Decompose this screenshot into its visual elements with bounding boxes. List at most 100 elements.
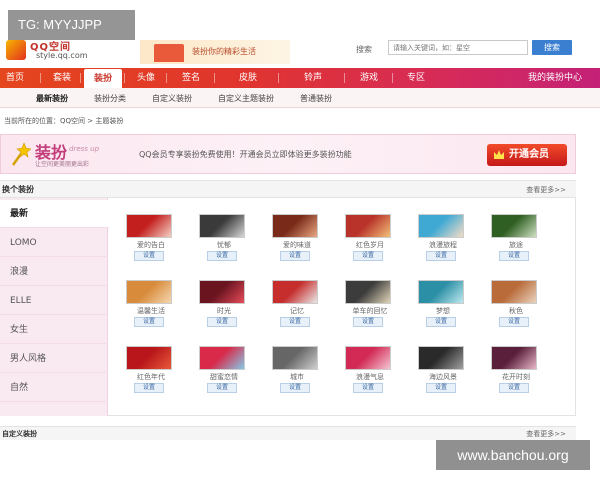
theme-tile[interactable]: 忧郁 设置 [195, 214, 253, 270]
theme-tile[interactable]: 城市 设置 [268, 346, 326, 402]
theme-tile[interactable]: 红色岁月 设置 [341, 214, 399, 270]
theme-tile[interactable]: 红色年代 设置 [122, 346, 180, 402]
theme-thumbnail-image [419, 281, 463, 303]
set-theme-button[interactable]: 设置 [280, 317, 310, 327]
theme-tile[interactable]: 记忆 设置 [268, 280, 326, 336]
theme-tile[interactable]: 浪漫旅程 设置 [414, 214, 472, 270]
nav-item-8[interactable]: 专区 [396, 68, 436, 88]
category-item-5[interactable]: 男人风格 [0, 345, 108, 373]
theme-thumbnail[interactable] [491, 214, 537, 238]
nav-item-9[interactable]: 我的装扮中心 [518, 68, 592, 88]
theme-thumbnail[interactable] [126, 280, 172, 304]
theme-tile[interactable]: 旅途 设置 [487, 214, 545, 270]
theme-thumbnail[interactable] [491, 280, 537, 304]
section-more-link[interactable]: 查看更多>> [526, 185, 566, 195]
custom-section-more-link[interactable]: 查看更多>> [526, 429, 566, 439]
nav-item-2[interactable]: 装扮 [84, 69, 122, 88]
category-item-1[interactable]: LOMO [0, 229, 108, 257]
set-theme-button[interactable]: 设置 [134, 251, 164, 261]
theme-tile[interactable]: 时光 设置 [195, 280, 253, 336]
set-theme-button[interactable]: 设置 [426, 383, 456, 393]
theme-thumbnail[interactable] [199, 280, 245, 304]
promo-subtitle: 让空间更美丽更出彩 [35, 161, 90, 168]
set-theme-button[interactable]: 设置 [353, 383, 383, 393]
subnav-item-4[interactable]: 普通装扮 [300, 93, 332, 104]
house-icon [154, 44, 184, 62]
theme-thumbnail-image [273, 347, 317, 369]
set-theme-button[interactable]: 设置 [499, 251, 529, 261]
category-item-4[interactable]: 女生 [0, 316, 108, 344]
theme-tile[interactable]: 海边风景 设置 [414, 346, 472, 402]
theme-thumbnail[interactable] [272, 346, 318, 370]
set-theme-button[interactable]: 设置 [426, 317, 456, 327]
set-theme-button[interactable]: 设置 [207, 317, 237, 327]
theme-thumbnail[interactable] [199, 346, 245, 370]
set-theme-button[interactable]: 设置 [353, 317, 383, 327]
category-item-0[interactable]: 最新 [0, 200, 109, 228]
category-item-6[interactable]: 自然 [0, 374, 108, 402]
theme-thumbnail[interactable] [126, 214, 172, 238]
set-theme-button[interactable]: 设置 [207, 251, 237, 261]
theme-thumbnail-image [492, 347, 536, 369]
theme-thumbnail[interactable] [126, 346, 172, 370]
nav-item-3[interactable]: 头像 [128, 68, 164, 88]
banner-text: 装扮你的精彩生活 [192, 47, 256, 56]
theme-label: 温馨生活 [137, 307, 165, 315]
theme-thumbnail-image [127, 347, 171, 369]
theme-thumbnail-image [492, 281, 536, 303]
theme-tile[interactable]: 温馨生活 设置 [122, 280, 180, 336]
set-theme-button[interactable]: 设置 [353, 251, 383, 261]
theme-thumbnail[interactable] [491, 346, 537, 370]
theme-label: 爱的告白 [137, 241, 165, 249]
category-item-2[interactable]: 浪漫 [0, 258, 108, 286]
theme-thumbnail-image [200, 281, 244, 303]
theme-thumbnail[interactable] [418, 346, 464, 370]
set-theme-button[interactable]: 设置 [499, 383, 529, 393]
subnav-item-3[interactable]: 自定义主题装扮 [218, 93, 274, 104]
theme-tile[interactable]: 甜蜜恋情 设置 [195, 346, 253, 402]
theme-thumbnail[interactable] [418, 280, 464, 304]
subnav-item-2[interactable]: 自定义装扮 [152, 93, 192, 104]
subnav-item-1[interactable]: 装扮分类 [94, 93, 126, 104]
theme-tile[interactable]: 花开时刻 设置 [487, 346, 545, 402]
search-input[interactable] [388, 40, 528, 55]
theme-thumbnail[interactable] [199, 214, 245, 238]
theme-tile[interactable]: 秋色 设置 [487, 280, 545, 336]
set-theme-button[interactable]: 设置 [134, 383, 164, 393]
nav-item-4[interactable]: 签名 [170, 68, 212, 88]
set-theme-button[interactable]: 设置 [280, 251, 310, 261]
theme-tile[interactable]: 爱的味道 设置 [268, 214, 326, 270]
nav-item-5[interactable]: 皮肤 [218, 68, 278, 88]
category-item-3[interactable]: ELLE [0, 287, 108, 315]
theme-thumbnail[interactable] [272, 280, 318, 304]
open-vip-button[interactable]: 开通会员 [487, 144, 567, 166]
open-vip-label: 开通会员 [509, 149, 549, 160]
nav-separator [80, 73, 81, 83]
set-theme-button[interactable]: 设置 [280, 383, 310, 393]
nav-item-1[interactable]: 套装 [44, 68, 80, 88]
nav-item-6[interactable]: 铃声 [282, 68, 344, 88]
header-banner[interactable]: 装扮你的精彩生活 [140, 40, 290, 64]
nav-item-7[interactable]: 游戏 [348, 68, 390, 88]
theme-thumbnail[interactable] [418, 214, 464, 238]
nav-item-0[interactable]: 首页 [0, 68, 30, 88]
main-nav: 首页 套装 装扮 头像 签名 皮肤 铃声 游戏 专区 我的装扮中心 [0, 68, 600, 88]
set-theme-button[interactable]: 设置 [426, 251, 456, 261]
theme-tile[interactable]: 爱的告白 设置 [122, 214, 180, 270]
set-theme-button[interactable]: 设置 [499, 317, 529, 327]
theme-thumbnail[interactable] [345, 214, 391, 238]
theme-tile[interactable]: 浪漫气息 设置 [341, 346, 399, 402]
theme-tile[interactable]: 单车的回忆 设置 [341, 280, 399, 336]
theme-label: 时光 [217, 307, 231, 315]
theme-thumbnail[interactable] [345, 346, 391, 370]
logo[interactable]: QQ空间 style.qq.com [6, 38, 116, 62]
subnav-item-0[interactable]: 最新装扮 [36, 93, 68, 104]
theme-thumbnail[interactable] [345, 280, 391, 304]
set-theme-button[interactable]: 设置 [207, 383, 237, 393]
search-button[interactable]: 搜索 [532, 40, 572, 55]
theme-thumbnail[interactable] [272, 214, 318, 238]
theme-thumbnail-image [419, 347, 463, 369]
theme-tile[interactable]: 梦想 设置 [414, 280, 472, 336]
set-theme-button[interactable]: 设置 [134, 317, 164, 327]
site-watermark: www.banchou.org [436, 440, 590, 470]
